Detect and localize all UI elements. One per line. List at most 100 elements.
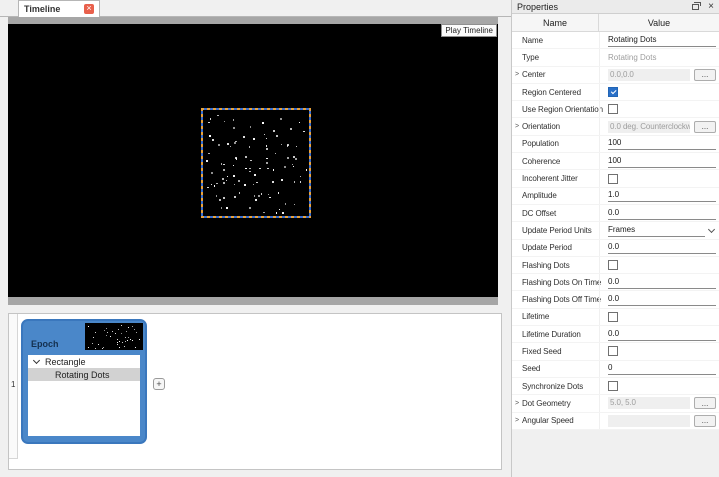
stimulus-dot — [112, 331, 113, 332]
ellipsis-button[interactable]: ... — [694, 415, 716, 427]
expander-icon[interactable]: > — [512, 417, 522, 424]
property-value-cell: 100 — [599, 153, 719, 169]
stimulus-dot — [208, 153, 210, 155]
value-text-input[interactable]: Rotating Dots — [608, 34, 716, 47]
stimulus-dot — [92, 343, 93, 344]
stimulus-dot — [227, 176, 229, 178]
tree-item-rectangle[interactable]: Rectangle — [28, 355, 140, 368]
play-timeline-button[interactable]: Play Timeline — [441, 24, 497, 37]
tree-item-rotating-dots[interactable]: Rotating Dots — [28, 368, 140, 381]
stimulus-dot — [259, 168, 261, 170]
property-name-label: Seed — [522, 364, 599, 373]
selection-marquee-left — [201, 108, 203, 218]
value-text-input[interactable]: 0.0 — [608, 207, 716, 220]
property-value-cell: 1.0 — [599, 188, 719, 204]
properties-panel: Properties × Name Value NameRotating Dot… — [511, 0, 719, 477]
property-name-label: DC Offset — [522, 209, 599, 218]
epoch-block[interactable]: Epoch Rectangle Rotating Dots — [21, 319, 147, 444]
property-name-label: Update Period Units — [522, 226, 599, 235]
value-checkbox[interactable] — [608, 174, 618, 184]
stimulus-dot — [287, 157, 289, 159]
tab-timeline[interactable]: Timeline × — [18, 0, 100, 17]
selection-marquee-bottom — [201, 216, 311, 218]
stimulus-dot — [253, 138, 255, 140]
stimulus-canvas[interactable]: Play Timeline — [8, 24, 498, 297]
stimulus-dot — [281, 144, 283, 146]
value-checkbox[interactable] — [608, 104, 618, 114]
property-name-label: Incoherent Jitter — [522, 174, 599, 183]
stimulus-dot — [208, 122, 210, 124]
value-checkbox[interactable] — [608, 346, 618, 356]
tab-close-icon[interactable]: × — [84, 4, 94, 14]
stimulus-dot — [234, 196, 236, 198]
value-text-input[interactable]: 0 — [608, 362, 716, 375]
stimulus-dot — [207, 187, 209, 189]
value-text-input[interactable]: 100 — [608, 155, 716, 168]
stimulus-dot — [130, 339, 131, 340]
property-row-flashing-dots-off-time: Flashing Dots Off Time0.0 — [512, 291, 719, 308]
property-row-name: NameRotating Dots — [512, 32, 719, 49]
chevron-down-icon[interactable] — [33, 357, 40, 364]
value-text-input[interactable]: 100 — [608, 137, 716, 150]
stimulus-dot — [132, 326, 133, 327]
stimulus-dot — [300, 181, 302, 183]
stimulus-dot — [273, 169, 275, 171]
stimulus-dot — [126, 331, 127, 332]
value-checkbox[interactable] — [608, 87, 618, 97]
expander-icon[interactable]: > — [512, 123, 522, 130]
property-row-synchronize-dots: Synchronize Dots — [512, 378, 719, 395]
value-text-input[interactable]: 0.0 — [608, 276, 716, 289]
stimulus-dot — [266, 138, 268, 140]
value-text-input[interactable]: 0.0 — [608, 293, 716, 306]
stimulus-dot — [132, 340, 133, 341]
stimulus-dot — [117, 339, 118, 340]
property-value-cell: 0.0 — [599, 291, 719, 307]
stimulus-dot — [238, 180, 240, 182]
value-checkbox[interactable] — [608, 312, 618, 322]
float-panel-icon[interactable] — [692, 4, 699, 10]
value-text-input[interactable]: 0.0 — [608, 328, 716, 341]
stimulus-dot — [136, 332, 137, 333]
stimulus-dot — [290, 128, 292, 130]
stimulus-dot — [221, 207, 223, 209]
value-checkbox[interactable] — [608, 381, 618, 391]
chevron-down-icon[interactable] — [708, 226, 715, 233]
stimulus-dot — [245, 156, 247, 158]
stimulus-dot — [118, 329, 119, 330]
stimulus-dot — [276, 212, 278, 214]
close-panel-icon[interactable]: × — [708, 2, 714, 12]
ellipsis-button[interactable]: ... — [694, 397, 716, 409]
property-name-label: Coherence — [522, 157, 599, 166]
stimulus-dot — [264, 134, 266, 136]
timeline-row-header: 1 — [9, 314, 18, 459]
value-dropdown[interactable]: Frames — [608, 224, 705, 237]
property-name-label: Flashing Dots — [522, 261, 599, 270]
stimulus-dot — [266, 158, 268, 160]
stimulus-dot — [88, 347, 89, 348]
stimulus-dot — [235, 141, 237, 143]
property-row-incoherent-jitter: Incoherent Jitter — [512, 170, 719, 187]
expander-icon[interactable]: > — [512, 71, 522, 78]
timeline-row-number: 1 — [11, 380, 15, 389]
stimulus-dot — [294, 204, 296, 206]
property-value-cell: Rotating Dots — [599, 32, 719, 48]
value-text-input[interactable]: 0.0 — [608, 241, 716, 254]
value-text-input[interactable]: 1.0 — [608, 189, 716, 202]
rotating-dots-region[interactable] — [201, 108, 311, 218]
value-checkbox[interactable] — [608, 260, 618, 270]
stimulus-dot — [121, 333, 122, 334]
property-value-cell — [599, 257, 719, 273]
add-epoch-button[interactable]: + — [153, 378, 165, 390]
stimulus-dot — [293, 166, 295, 168]
property-row-population: Population100 — [512, 136, 719, 153]
ellipsis-button[interactable]: ... — [694, 69, 716, 81]
stimulus-dot — [256, 182, 258, 184]
property-name-label: Orientation — [522, 122, 599, 131]
selection-marquee-right — [309, 108, 311, 218]
expander-icon[interactable]: > — [512, 400, 522, 407]
property-value-cell: 5.0, 5.0... — [599, 395, 719, 411]
ellipsis-button[interactable]: ... — [694, 121, 716, 133]
stimulus-dot — [139, 339, 140, 340]
property-name-label: Lifetime Duration — [522, 330, 599, 339]
property-row-coherence: Coherence 100 — [512, 153, 719, 170]
